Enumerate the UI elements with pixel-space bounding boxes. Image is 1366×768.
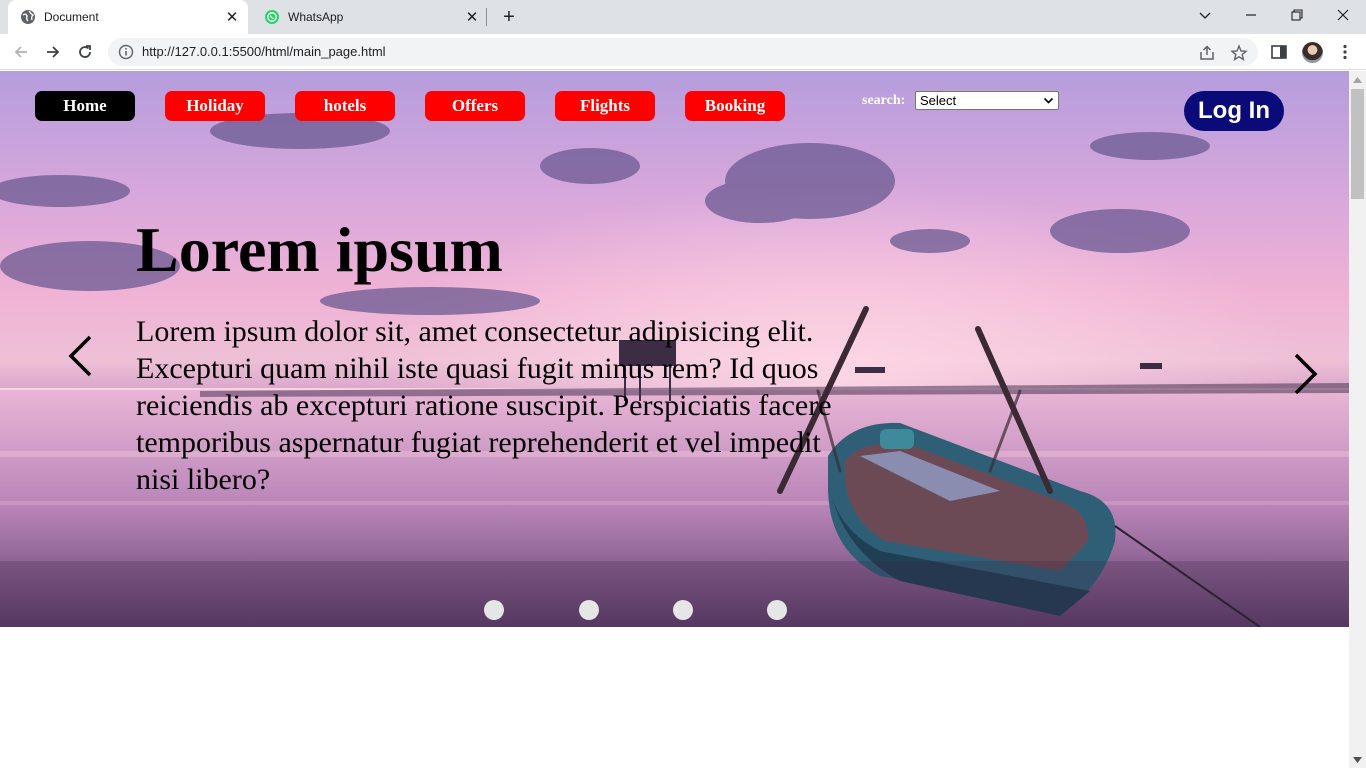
slide-dot-1[interactable] [484, 600, 504, 620]
new-tab-icon[interactable]: + [498, 6, 520, 28]
hero-slider: Home Holiday hotels Offers Flights Booki… [0, 71, 1349, 627]
url-text: http://127.0.0.1:5500/html/main_page.htm… [142, 44, 386, 59]
page-scrollbar[interactable] [1349, 71, 1366, 768]
search-select[interactable]: Select [915, 91, 1059, 110]
minimize-icon[interactable] [1228, 0, 1274, 30]
nav-flights-button[interactable]: Flights [555, 91, 655, 121]
tab-document[interactable]: Document ✕ [8, 0, 248, 34]
whatsapp-icon [264, 9, 280, 25]
hero-title: Lorem ipsum [136, 214, 503, 285]
reload-icon[interactable] [70, 37, 100, 67]
profile-avatar[interactable] [1302, 42, 1323, 63]
tab-title: WhatsApp [288, 10, 344, 24]
nav-holiday-button[interactable]: Holiday [165, 91, 265, 121]
next-slide-arrow-icon[interactable] [1290, 352, 1320, 396]
tab-separator [486, 8, 487, 26]
restore-icon[interactable] [1274, 0, 1320, 30]
back-icon[interactable] [6, 37, 36, 67]
nav-hotels-button[interactable]: hotels [295, 91, 395, 121]
menu-kebab-icon[interactable] [1336, 43, 1354, 61]
slide-dot-2[interactable] [579, 600, 599, 620]
tab-search-chevron-icon[interactable] [1182, 0, 1228, 30]
info-icon[interactable] [118, 44, 134, 60]
slide-dot-3[interactable] [673, 600, 693, 620]
scroll-down-icon[interactable] [1349, 751, 1366, 768]
side-panel-icon[interactable] [1270, 43, 1288, 61]
prev-slide-arrow-icon[interactable] [66, 334, 96, 378]
address-bar[interactable]: http://127.0.0.1:5500/html/main_page.htm… [108, 38, 1258, 66]
forward-icon[interactable] [38, 37, 68, 67]
globe-icon [20, 9, 36, 25]
nav-offers-button[interactable]: Offers [425, 91, 525, 121]
page-viewport: Home Holiday hotels Offers Flights Booki… [0, 71, 1349, 768]
close-icon[interactable]: ✕ [222, 7, 242, 27]
browser-toolbar: http://127.0.0.1:5500/html/main_page.htm… [0, 34, 1366, 70]
slide-dot-4[interactable] [767, 600, 787, 620]
search-label: search: [862, 93, 906, 108]
scroll-up-icon[interactable] [1349, 71, 1366, 88]
tab-strip: Document ✕ WhatsApp ✕ + [0, 0, 1366, 34]
search-select-value: Select [920, 93, 957, 108]
hero-description: Lorem ipsum dolor sit, amet consectetur … [136, 315, 832, 496]
tab-whatsapp[interactable]: WhatsApp ✕ [252, 0, 488, 34]
share-icon[interactable] [1198, 44, 1216, 62]
tab-title: Document [44, 10, 99, 24]
nav-home-button[interactable]: Home [35, 91, 135, 121]
login-button[interactable]: Log In [1184, 91, 1284, 131]
close-window-icon[interactable] [1320, 0, 1366, 30]
bookmark-star-icon[interactable] [1230, 44, 1248, 62]
scrollbar-thumb[interactable] [1351, 89, 1364, 199]
chevron-down-icon [1043, 97, 1054, 104]
close-icon[interactable]: ✕ [462, 7, 482, 27]
nav-booking-button[interactable]: Booking [685, 91, 785, 121]
